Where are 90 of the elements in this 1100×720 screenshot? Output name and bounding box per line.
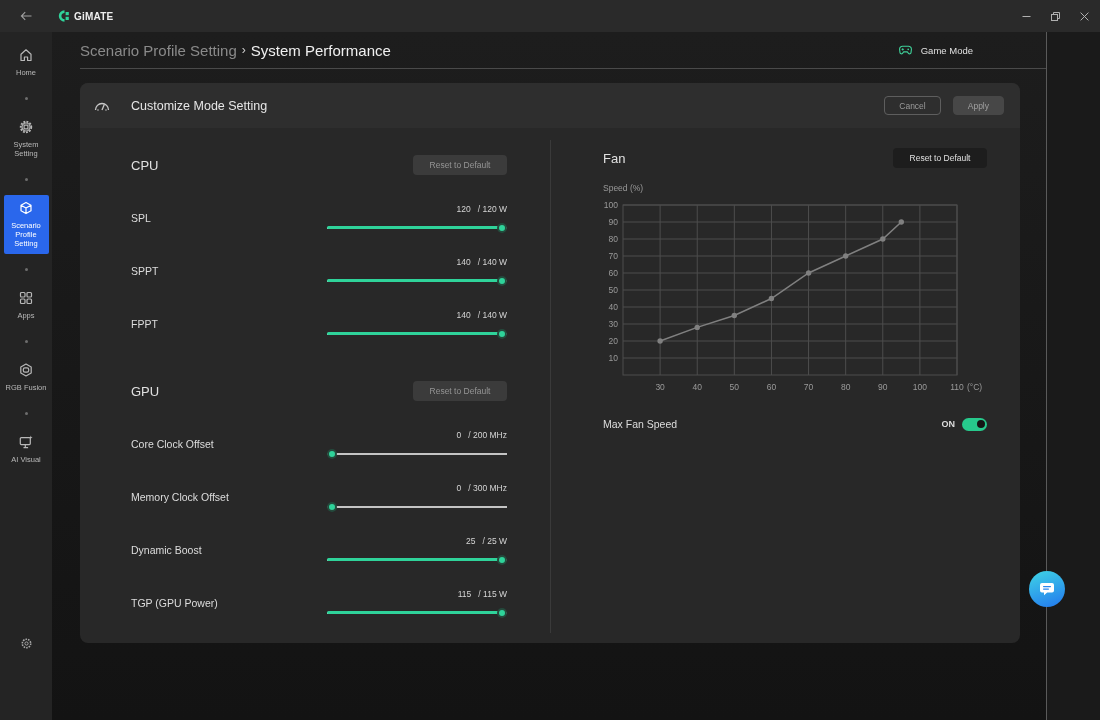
- setting-label: Max Fan Speed: [603, 418, 678, 430]
- slider-value: 115: [457, 587, 472, 600]
- slider-label: SPL: [131, 211, 151, 224]
- y-tick-label: 80: [608, 234, 618, 244]
- slider-value: 140: [456, 255, 471, 268]
- dot-icon: [24, 268, 28, 271]
- reset-button[interactable]: Reset to Default: [893, 148, 987, 168]
- slider-thumb[interactable]: [497, 222, 507, 233]
- data-point[interactable]: [880, 236, 886, 242]
- slider-max: / 140 W: [477, 255, 507, 268]
- y-tick-label: 60: [608, 268, 618, 278]
- home-icon: [19, 48, 33, 62]
- x-axis-label: (°C): [967, 382, 983, 392]
- x-tick-label: 40: [692, 382, 702, 392]
- toggle-switch[interactable]: [962, 417, 987, 431]
- grid-icon: [19, 291, 33, 305]
- y-tick-label: 30: [608, 319, 618, 329]
- dot-icon: [24, 178, 28, 181]
- toggle-state-label: ON: [941, 419, 955, 429]
- slider-label: Memory Clock Offset: [131, 490, 229, 503]
- y-tick-label: 50: [608, 285, 618, 295]
- section-title: GPU: [131, 383, 160, 399]
- chat-icon: [1039, 582, 1055, 596]
- x-tick-label: 90: [878, 382, 888, 392]
- slider-max: / 140 W: [477, 308, 507, 321]
- breadcrumb-separator: ›: [241, 43, 246, 57]
- slider-value: 120: [456, 202, 471, 215]
- slider-value: 140: [456, 308, 471, 321]
- x-tick-label: 70: [803, 382, 814, 392]
- data-point[interactable]: [898, 219, 904, 225]
- x-tick-label: 100: [912, 382, 927, 392]
- app-name: GiMATE: [74, 10, 114, 22]
- cube-icon: [19, 201, 33, 215]
- game-mode-button[interactable]: Game Mode: [898, 44, 973, 56]
- gauge-icon: [94, 100, 110, 111]
- slider-label: TGP (GPU Power): [131, 596, 218, 609]
- y-tick-label: 20: [608, 336, 618, 346]
- data-point[interactable]: [843, 253, 849, 259]
- slider-thumb[interactable]: [497, 275, 507, 286]
- back-icon[interactable]: [20, 11, 32, 21]
- close-icon[interactable]: [1080, 11, 1089, 21]
- dot-icon: [24, 340, 28, 343]
- slider-thumb[interactable]: [497, 554, 507, 565]
- slider-max: / 300 MHz: [468, 481, 507, 494]
- slider-max: / 200 MHz: [468, 428, 507, 441]
- slider-max: / 115 W: [478, 587, 507, 600]
- gamepad-icon: [898, 45, 912, 55]
- dot-icon: [24, 97, 28, 100]
- slider-value: 0: [456, 481, 462, 494]
- slider-label: Dynamic Boost: [131, 543, 202, 556]
- x-tick-label: 80: [840, 382, 851, 392]
- monitor-icon: [19, 435, 33, 449]
- logo-icon: [58, 10, 69, 22]
- slider-value: 0: [456, 428, 462, 441]
- slider-thumb[interactable]: [497, 328, 507, 339]
- page-title: System Performance: [250, 41, 391, 59]
- slider-thumb[interactable]: [327, 448, 337, 459]
- x-tick-label: 110: [950, 382, 964, 392]
- y-tick-label: 100: [603, 200, 618, 210]
- hexagon-icon: [19, 363, 33, 377]
- data-point[interactable]: [768, 295, 775, 302]
- section-title: CPU: [131, 157, 159, 173]
- data-point[interactable]: [805, 270, 812, 276]
- panel-title: Customize Mode Setting: [131, 98, 268, 113]
- x-tick-label: 50: [729, 382, 740, 392]
- data-point[interactable]: [731, 312, 737, 319]
- y-tick-label: 70: [608, 251, 618, 261]
- section-title: Fan: [603, 150, 626, 166]
- settings-icon[interactable]: [20, 638, 32, 649]
- y-tick-label: 90: [608, 217, 618, 227]
- slider-thumb[interactable]: [327, 501, 337, 512]
- y-axis-label: Speed (%): [603, 183, 644, 193]
- restore-icon[interactable]: [1051, 11, 1060, 21]
- dot-icon: [24, 412, 28, 415]
- slider-thumb[interactable]: [497, 607, 507, 618]
- cog-icon: [19, 120, 33, 134]
- slider-label: FPPT: [131, 317, 158, 330]
- cancel-button[interactable]: Cancel: [884, 96, 941, 115]
- data-point[interactable]: [694, 324, 700, 331]
- slider-max: / 120 W: [477, 202, 507, 215]
- slider-value: 25: [465, 534, 476, 547]
- x-tick-label: 60: [766, 382, 777, 392]
- slider-label: Core Clock Offset: [131, 437, 214, 450]
- slider-max: / 25 W: [482, 534, 507, 547]
- breadcrumb-link[interactable]: Scenario Profile Setting: [80, 41, 237, 59]
- x-tick-label: 30: [655, 382, 665, 392]
- slider-label: SPPT: [131, 264, 159, 277]
- data-point[interactable]: [657, 338, 663, 344]
- y-tick-label: 40: [608, 302, 618, 312]
- y-tick-label: 10: [608, 353, 618, 363]
